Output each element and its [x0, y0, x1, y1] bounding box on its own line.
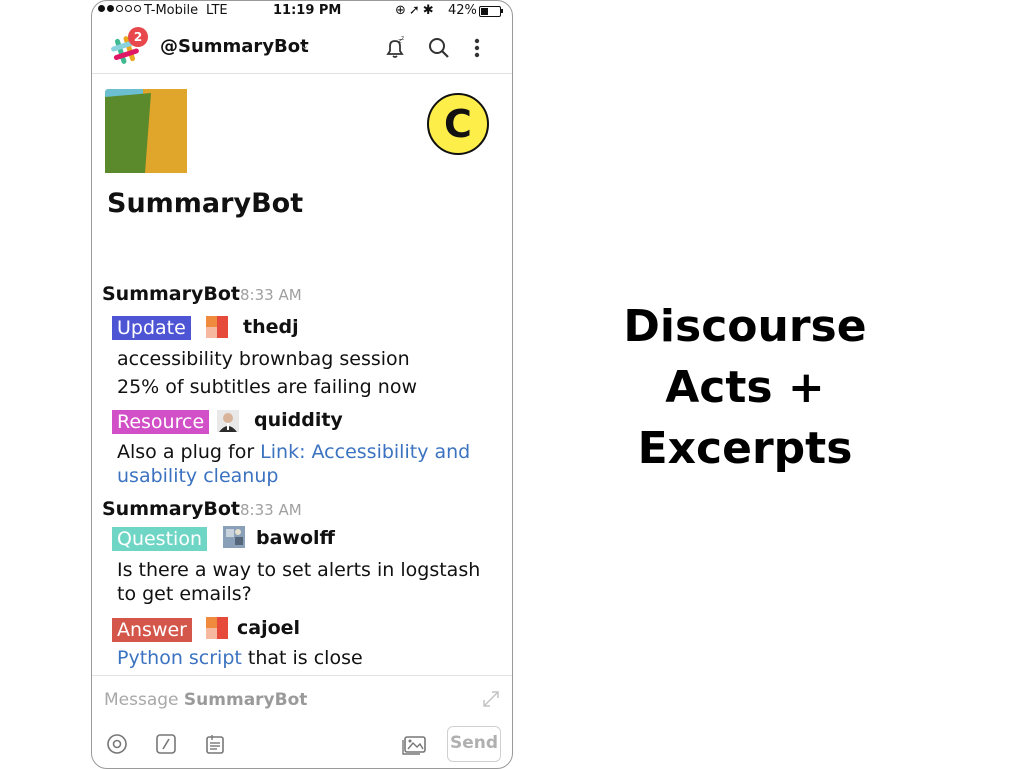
slide-title-line: Discourse: [623, 301, 867, 352]
expand-icon[interactable]: [480, 688, 502, 710]
signal-strength-icon: [98, 5, 141, 12]
excerpt-line: Also a plug for Link: Accessibility and: [117, 441, 470, 463]
username[interactable]: bawolff: [256, 527, 335, 549]
carrier-name: T-Mobile: [144, 3, 199, 18]
user-avatar[interactable]: [206, 316, 228, 338]
act-tag-resource: Resource: [112, 410, 210, 434]
message-time: 8:33 AM: [240, 286, 302, 304]
message-input[interactable]: Message SummaryBot: [104, 690, 307, 710]
status-time: 11:19 PM: [273, 3, 342, 18]
mention-icon[interactable]: [105, 732, 129, 756]
user-avatar[interactable]: [206, 617, 228, 639]
act-tag-question: Question: [112, 527, 207, 551]
username[interactable]: quiddity: [254, 409, 343, 431]
slide-title: Discourse Acts + Excerpts: [600, 296, 890, 479]
battery-icon: [479, 6, 501, 17]
svg-text:z: z: [401, 36, 404, 42]
message-time: 8:33 AM: [240, 501, 302, 519]
notification-badge: 2: [128, 27, 148, 47]
excerpt-line: to get emails?: [117, 583, 252, 605]
more-options-icon[interactable]: [464, 35, 490, 61]
slide-title-line: Excerpts: [637, 423, 853, 474]
user-avatar[interactable]: [217, 410, 239, 432]
slash-command-icon[interactable]: [154, 732, 178, 756]
photo-icon[interactable]: [400, 732, 428, 756]
message-author[interactable]: SummaryBot: [102, 283, 240, 305]
snooze-bell-icon[interactable]: zz: [382, 35, 408, 61]
phone-frame: T-Mobile LTE 11:19 PM ⊕➚✱ 42% 2 @Summary…: [91, 0, 513, 769]
location-bluetooth-icons: ⊕➚✱: [395, 3, 437, 18]
excerpt-line: accessibility brownbag session: [117, 348, 410, 370]
excerpt-link[interactable]: Link: Accessibility and: [260, 441, 470, 463]
excerpt-line: 25% of subtitles are failing now: [117, 376, 417, 398]
channel-name[interactable]: @SummaryBot: [160, 36, 309, 57]
act-tag-answer: Answer: [112, 618, 192, 642]
excerpt-line: Python script that is close: [117, 647, 363, 669]
bot-title: SummaryBot: [107, 188, 304, 219]
channel-header: 2 @SummaryBot ⌄ zz: [92, 23, 512, 74]
excerpt-link-continued[interactable]: usability cleanup: [117, 465, 278, 487]
slide-title-line: Acts +: [665, 362, 825, 413]
user-avatar[interactable]: [223, 526, 245, 548]
username[interactable]: thedj: [243, 316, 299, 338]
search-icon[interactable]: [426, 35, 452, 61]
snippet-icon[interactable]: [203, 732, 227, 756]
network-type: LTE: [206, 3, 228, 18]
presenter-badge: C: [427, 93, 489, 155]
status-bar: T-Mobile LTE 11:19 PM ⊕➚✱ 42%: [92, 1, 512, 23]
act-tag-update: Update: [112, 316, 191, 340]
excerpt-line: Is there a way to set alerts in logstash: [117, 559, 481, 581]
send-button[interactable]: Send: [447, 726, 501, 762]
battery-tip: [501, 9, 503, 13]
excerpt-text: that is close: [241, 647, 363, 669]
message-composer[interactable]: Message SummaryBot Send: [92, 675, 512, 768]
placeholder-recipient: SummaryBot: [183, 690, 308, 710]
summarybot-logo: [105, 89, 187, 173]
excerpt-text: Also a plug for: [117, 441, 261, 463]
chevron-down-icon[interactable]: ⌄: [300, 39, 309, 52]
message-author[interactable]: SummaryBot: [102, 498, 240, 520]
username[interactable]: cajoel: [237, 617, 300, 639]
placeholder-text: Message: [104, 690, 184, 710]
battery-percentage: 42%: [448, 3, 477, 18]
excerpt-link[interactable]: Python script: [117, 647, 242, 669]
